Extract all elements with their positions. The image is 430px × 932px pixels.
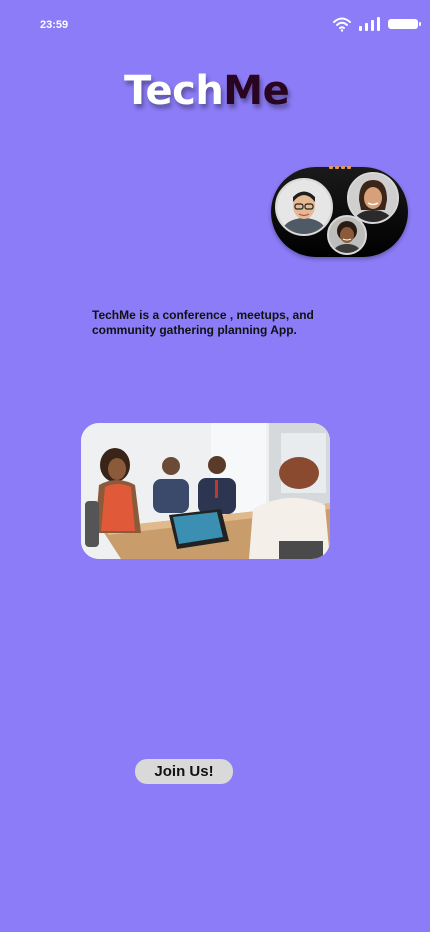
logo-text-me: Me — [223, 68, 290, 114]
video-call-illustration — [271, 166, 408, 257]
battery-icon — [388, 19, 421, 29]
join-us-button[interactable]: Join Us! — [135, 759, 233, 784]
participant-avatar-1 — [275, 178, 333, 236]
status-bar: 23:59 — [0, 0, 430, 50]
meeting-photo — [81, 423, 330, 559]
wifi-icon — [333, 17, 351, 32]
cellular-signal-icon — [359, 17, 380, 31]
app-description: TechMe is a conference , meetups, and co… — [92, 308, 314, 337]
logo-text-tech: Tech — [124, 68, 224, 114]
status-time: 23:59 — [40, 19, 69, 31]
camera-dots-icon — [329, 166, 351, 169]
participant-avatar-3 — [327, 215, 367, 255]
status-icons — [333, 16, 421, 32]
app-logo: TechMe — [124, 68, 290, 114]
